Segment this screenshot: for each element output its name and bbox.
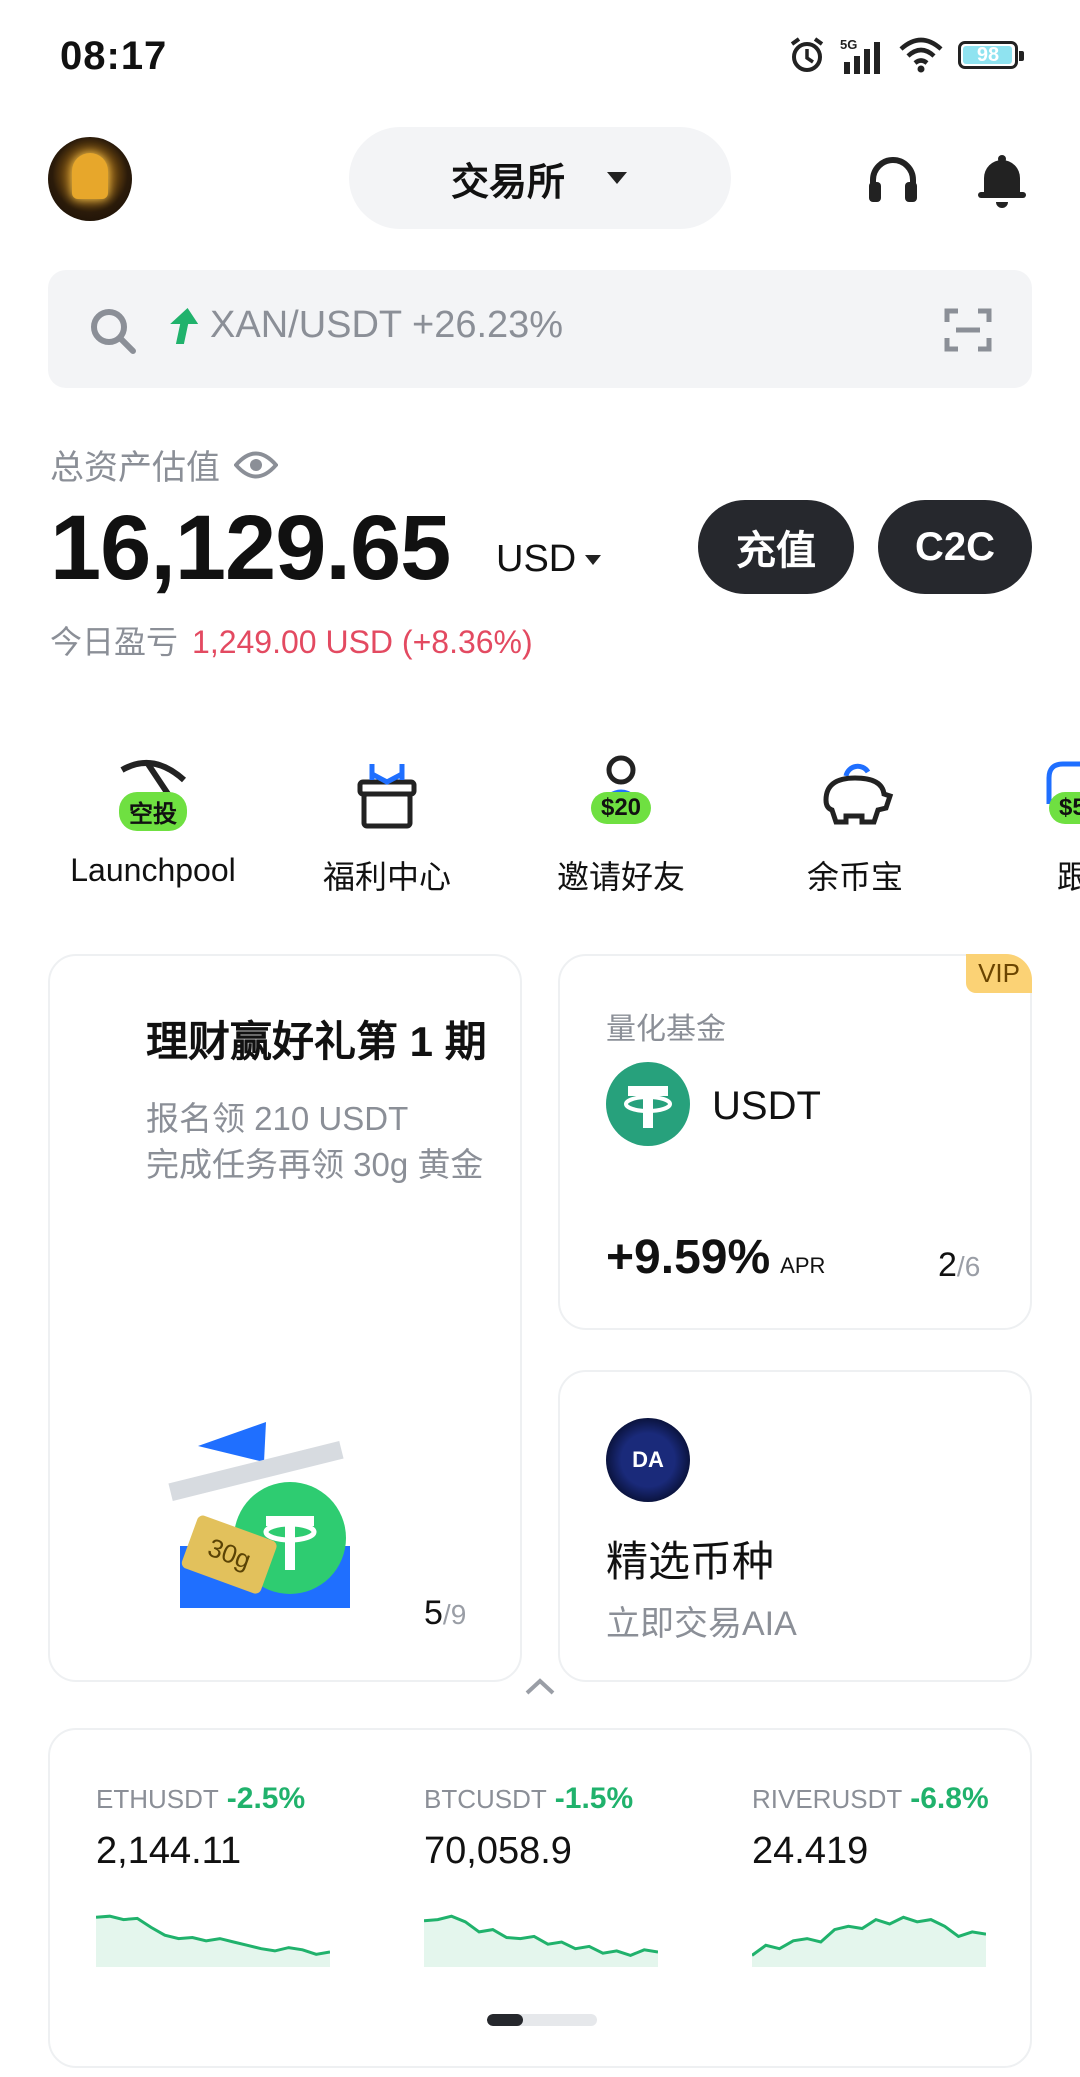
- caret-down-icon: [585, 554, 602, 565]
- selected-coins-title: 精选币种: [606, 1538, 775, 1585]
- market-tickers[interactable]: ETHUSDT -2.5% 2,144.11 BTCUSDT -1.5% 70,05…: [48, 1728, 1032, 2068]
- today-pnl-value: 1,249.00 USD (+8.36%): [192, 624, 533, 660]
- search-placeholder: XAN/USDT +26.23%: [210, 304, 564, 346]
- tether-logo-icon: [606, 1062, 690, 1146]
- ticker-change: -2.5%: [226, 1782, 306, 1815]
- ticker-scroll-indicator: [487, 2014, 597, 2026]
- quick-action-label: 福利中心: [322, 859, 451, 895]
- gift-icon: [357, 764, 417, 829]
- quick-action-label: 邀请好友: [556, 859, 685, 895]
- total-assets-label-row: 总资产估值: [50, 440, 278, 489]
- currency-selector[interactable]: USD: [496, 538, 602, 581]
- status-bar: 08:17 5G 98: [0, 0, 1080, 118]
- quick-action-label: 余币宝: [806, 859, 903, 895]
- ticker-item[interactable]: RIVERUSDT -6.8% 24.419: [751, 1782, 992, 1972]
- status-time: 08:17: [60, 34, 168, 78]
- currency-label: USD: [496, 538, 577, 580]
- promo-page-total: /9: [442, 1599, 467, 1630]
- fund-label: 量化基金: [606, 1013, 726, 1046]
- promo-line-2: 完成任务再领 30g 黄金: [146, 1146, 484, 1183]
- avatar-figure: [72, 153, 108, 199]
- chevron-up-icon[interactable]: [524, 1676, 556, 1696]
- alarm-icon: [790, 37, 824, 72]
- promo-title: 理财赢好礼第 1 期: [146, 1018, 487, 1065]
- ticker-price: 2,144.11: [96, 1830, 242, 1872]
- piggy-bank-icon: [823, 763, 894, 825]
- ticker-price: 24.419: [752, 1830, 869, 1872]
- da-logo-icon: DA: [606, 1418, 690, 1502]
- today-pnl: 今日盈亏 1,249.00 USD (+8.36%): [50, 617, 533, 663]
- quant-fund-card[interactable]: VIP 量化基金 USDT +9.59% APR 2/6: [558, 954, 1032, 1330]
- promo-pager: 5/9: [424, 1594, 466, 1633]
- fund-apr: +9.59% APR: [606, 1230, 825, 1285]
- scan-icon[interactable]: [944, 306, 992, 354]
- status-icons: 5G 98: [788, 36, 1024, 74]
- quick-action-badge: $5: [1049, 792, 1080, 824]
- fund-apr-value: +9.59%: [606, 1231, 771, 1284]
- ticker-sparkline: [751, 1915, 987, 1967]
- quick-action-flexible-savings[interactable]: 余币宝: [755, 750, 955, 898]
- ticker-item[interactable]: ETHUSDT -2.5% 2,144.11: [95, 1782, 336, 1972]
- fund-page-current: 2: [938, 1246, 957, 1284]
- exchange-mode-label: 交易所: [450, 161, 565, 204]
- selected-coins-subtitle: 立即交易AIA: [606, 1605, 797, 1643]
- promo-line-1: 报名领 210 USDT: [146, 1100, 409, 1137]
- chevron-down-icon: [607, 172, 627, 184]
- ticker-sparkline: [423, 1914, 659, 1967]
- ticker-change: -1.5%: [554, 1782, 634, 1815]
- quick-action-badge: 空投: [119, 792, 187, 831]
- quick-action-copy-trade[interactable]: $5 跟: [989, 750, 1080, 898]
- c2c-button[interactable]: C2C: [878, 500, 1032, 594]
- fund-pager: 2/6: [938, 1246, 980, 1285]
- fund-page-total: /6: [956, 1251, 981, 1282]
- ticker-item[interactable]: BTCUSDT -1.5% 70,058.9: [423, 1782, 664, 1972]
- quick-action-label: Launchpool: [70, 852, 236, 888]
- battery-icon: 98: [958, 41, 1024, 69]
- quick-action-welfare-center[interactable]: 福利中心: [287, 750, 487, 898]
- ticker-pair: ETHUSDT: [96, 1784, 219, 1814]
- ticker-change: -6.8%: [910, 1782, 989, 1815]
- fund-coin: USDT: [712, 1084, 821, 1128]
- wifi-icon: [899, 37, 943, 73]
- sparkline-area: [96, 1916, 330, 1967]
- usdt-gold-illustration: 30g: [168, 1422, 350, 1608]
- ticker-price: 70,058.9: [424, 1830, 572, 1872]
- today-pnl-label: 今日盈亏: [50, 624, 179, 660]
- total-assets-value: 16,129.65: [50, 497, 451, 599]
- promo-page-current: 5: [424, 1594, 443, 1632]
- fund-apr-unit: APR: [780, 1253, 826, 1278]
- search-icon: [91, 309, 136, 354]
- quick-action-label: 跟: [1057, 859, 1080, 895]
- eye-icon[interactable]: [234, 450, 278, 480]
- bell-icon[interactable]: [972, 150, 1032, 210]
- ticker-pair: RIVERUSDT: [752, 1784, 903, 1814]
- ticker-sparkline: [95, 1914, 331, 1967]
- deposit-button[interactable]: 充值: [698, 500, 854, 594]
- svg-text:5G: 5G: [840, 37, 857, 52]
- exchange-mode-switcher[interactable]: 交易所: [349, 127, 731, 229]
- battery-level: 98: [976, 43, 1000, 66]
- quick-action-badge: $20: [590, 792, 652, 824]
- ticker-pair: BTCUSDT: [424, 1784, 547, 1814]
- total-assets-label: 总资产估值: [50, 449, 220, 487]
- vip-badge: VIP: [966, 954, 1032, 993]
- headset-icon[interactable]: [863, 150, 923, 210]
- quick-action-invite-friends[interactable]: $20 邀请好友: [521, 750, 721, 898]
- search-bar[interactable]: XAN/USDT +26.23%: [48, 270, 1032, 388]
- selected-coins-card[interactable]: DA 精选币种 立即交易AIA: [558, 1370, 1032, 1682]
- cellular-signal-icon: 5G: [840, 37, 880, 74]
- avatar[interactable]: [48, 137, 132, 221]
- quick-action-launchpool[interactable]: 空投 Launchpool: [53, 750, 253, 889]
- trend-up-arrow-icon: [170, 308, 198, 344]
- promo-card[interactable]: 理财赢好礼第 1 期 报名领 210 USDT 完成任务再领 30g 黄金 30…: [48, 954, 522, 1682]
